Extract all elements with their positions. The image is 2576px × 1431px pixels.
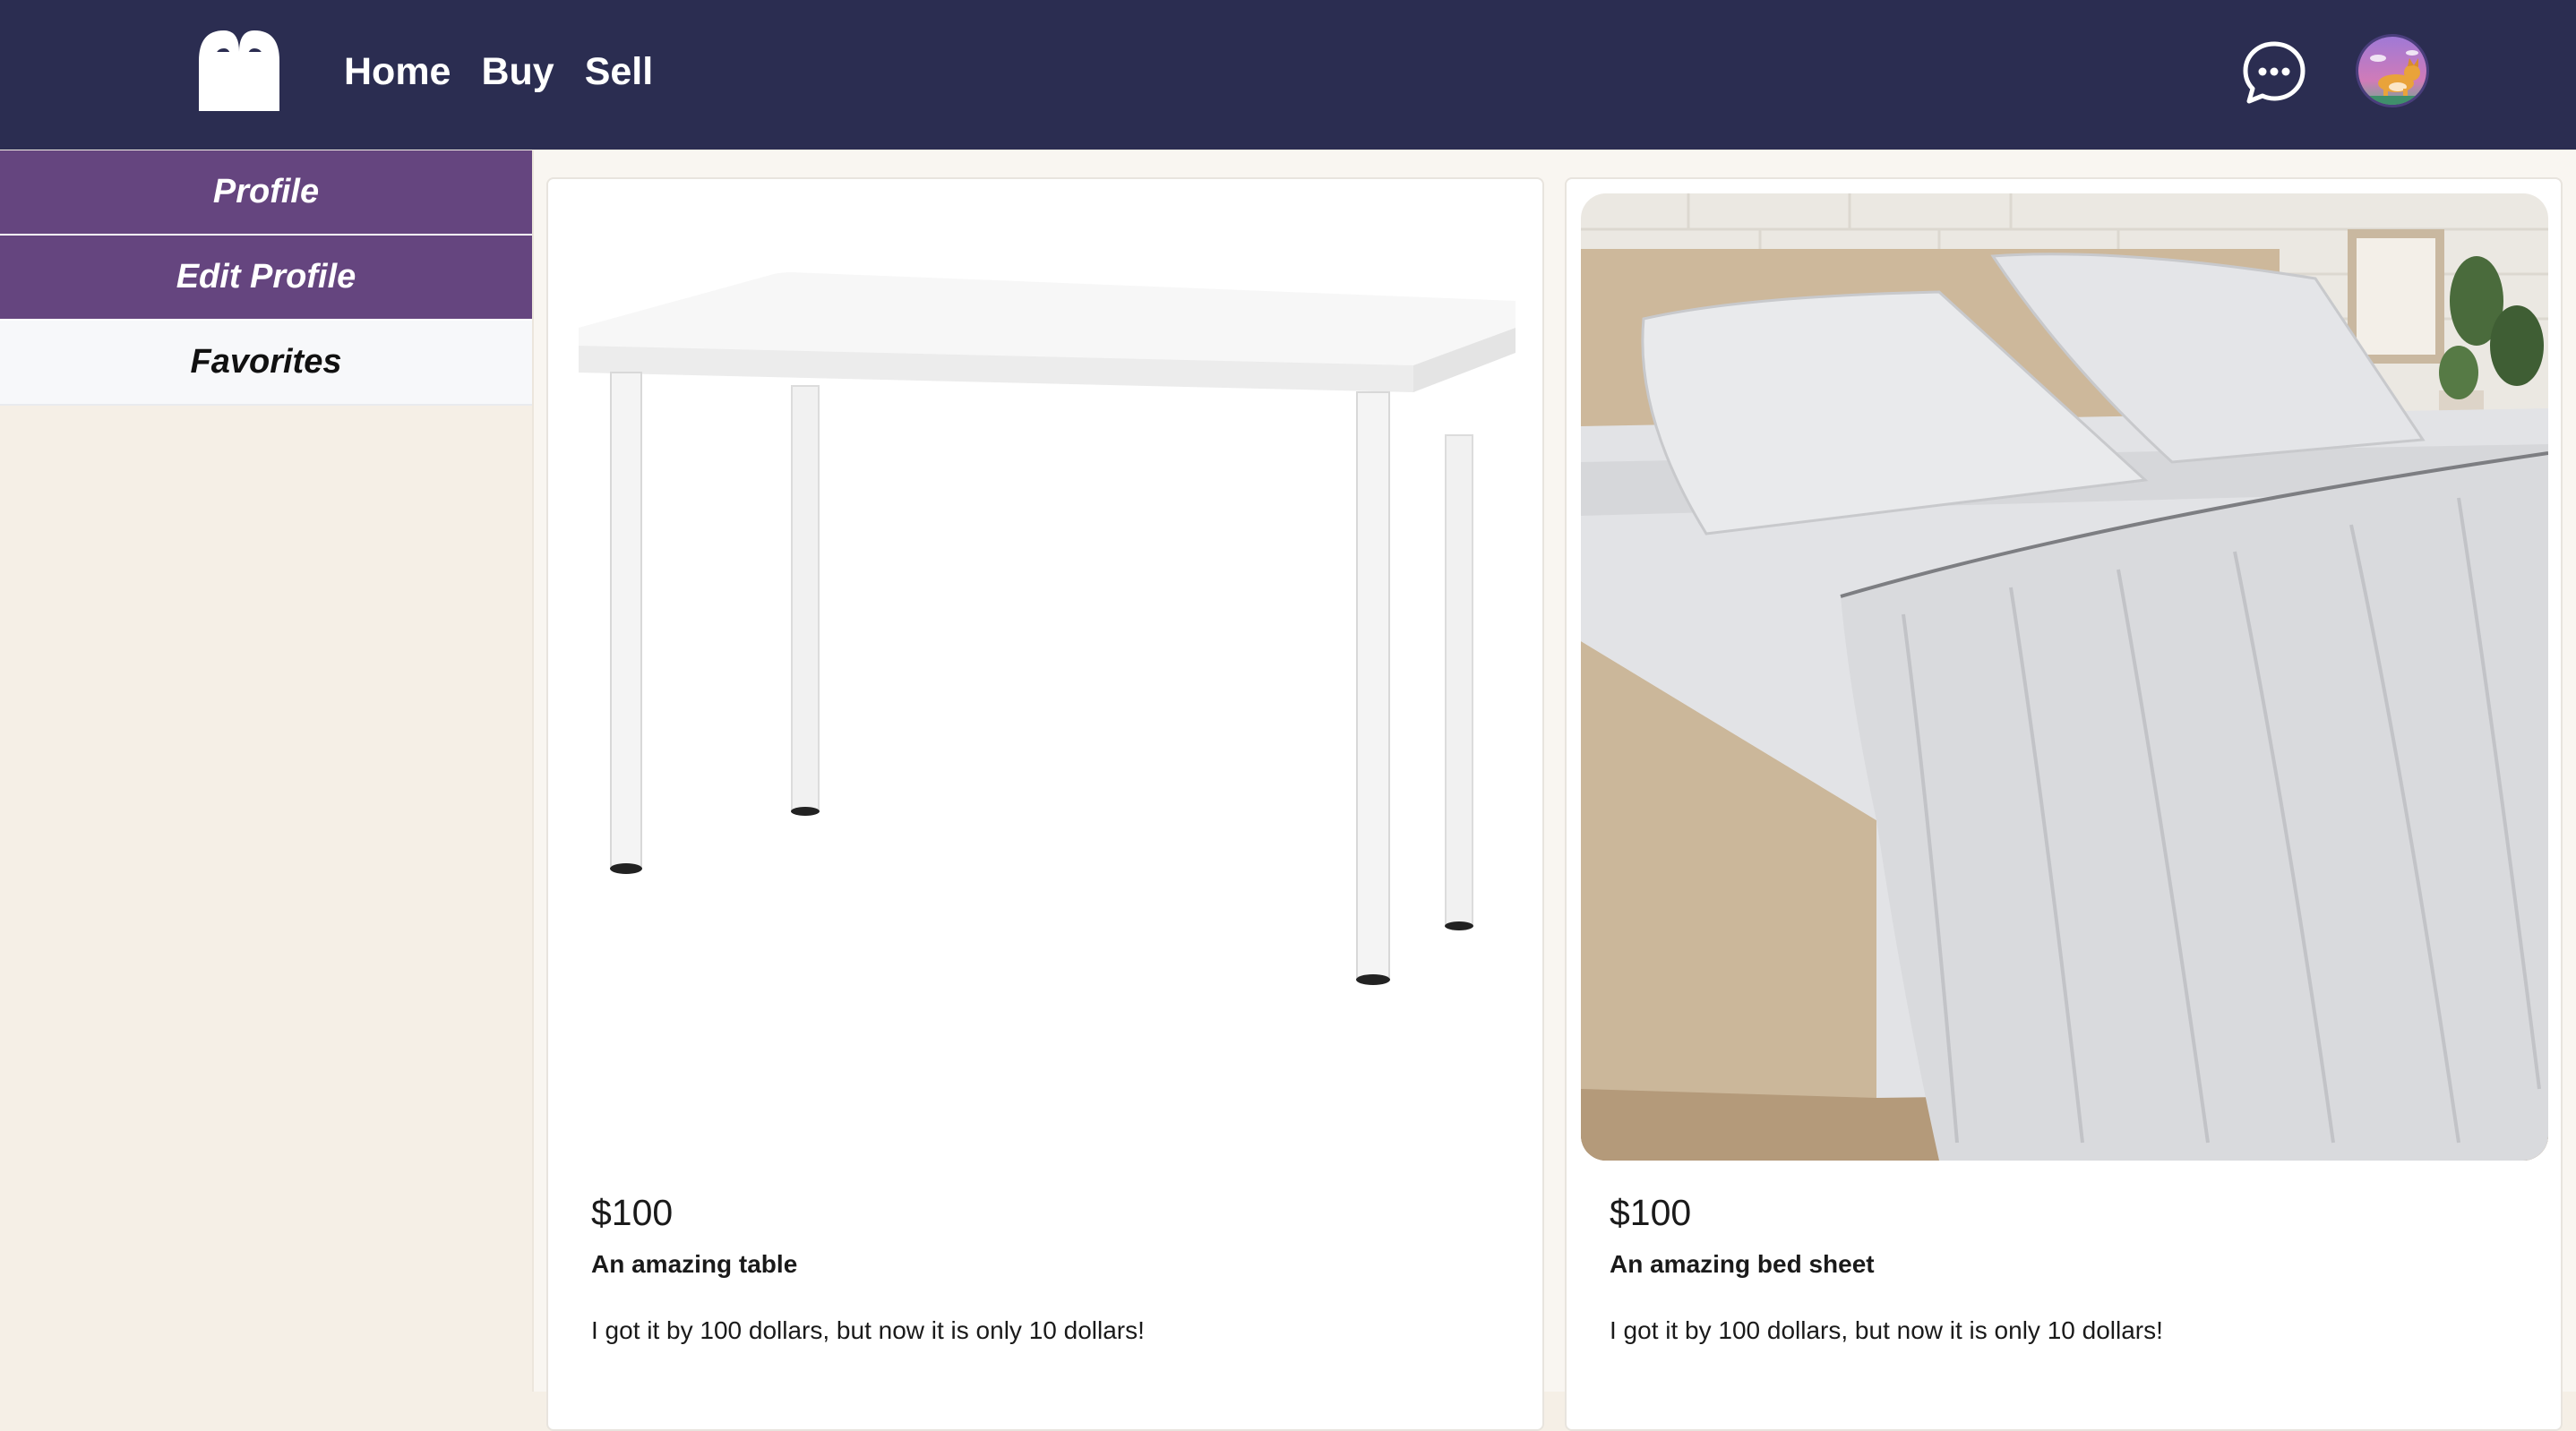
listing-card[interactable]: $100 An amazing bed sheet I got it by 10… [1565, 177, 2563, 1431]
bed-sheet-image[interactable] [1581, 193, 2548, 1161]
sidebar-item-favorites[interactable]: Favorites [0, 321, 532, 406]
sidebar-item-profile[interactable]: Profile [0, 150, 532, 236]
listing-price: $100 [1610, 1192, 1692, 1233]
top-nav-bar: Home Buy Sell [0, 0, 2576, 150]
listing-title: An amazing bed sheet [1610, 1250, 1875, 1278]
nav-sell-link[interactable]: Sell [585, 47, 654, 97]
chat-bubble-icon[interactable] [2241, 39, 2307, 106]
nav-buy-link[interactable]: Buy [481, 47, 554, 97]
corgi-avatar-icon[interactable] [2356, 34, 2429, 107]
listing-price: $100 [591, 1192, 674, 1233]
listing-title: An amazing table [591, 1250, 798, 1278]
sidebar-item-edit-profile[interactable]: Edit Profile [0, 236, 532, 321]
listing-description: I got it by 100 dollars, but now it is o… [591, 1316, 1145, 1344]
m-logo-icon[interactable] [192, 25, 287, 116]
listing-card[interactable]: $100 An amazing table I got it by 100 do… [546, 177, 1544, 1431]
white-table-image[interactable] [562, 193, 1530, 1161]
listing-description: I got it by 100 dollars, but now it is o… [1610, 1316, 2163, 1344]
main-nav: Home Buy Sell [344, 47, 653, 97]
profile-sidebar: Profile Edit Profile Favorites [0, 150, 534, 1392]
nav-home-link[interactable]: Home [344, 47, 451, 97]
favorites-listing-area: $100 An amazing table I got it by 100 do… [534, 150, 2576, 1431]
